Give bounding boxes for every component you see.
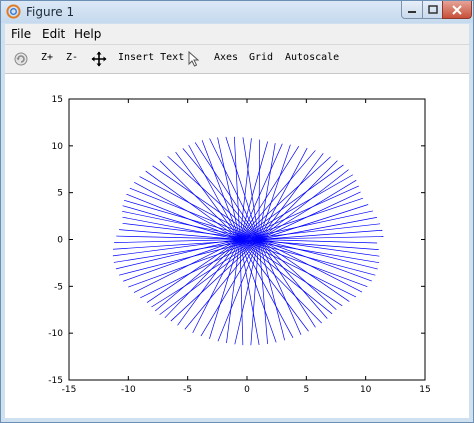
- x-tick-label: 10: [360, 385, 372, 395]
- radial-line: [151, 239, 260, 308]
- radial-line: [146, 239, 241, 303]
- x-tick-label: -10: [121, 385, 136, 395]
- x-tick-label: -15: [62, 385, 77, 395]
- menu-file[interactable]: File: [11, 27, 31, 41]
- y-tick-label: -15: [48, 376, 63, 386]
- radial-line: [123, 239, 240, 282]
- radial-line: [258, 147, 308, 240]
- plot-svg: -15 -10 -5 0 5 10 15 -15 -10 -5 0 5 10 15: [48, 95, 430, 395]
- zoom-out-button[interactable]: Z-: [66, 52, 78, 63]
- radial-line: [145, 170, 241, 240]
- radial-line: [258, 144, 291, 240]
- rotate-icon[interactable]: [13, 51, 29, 67]
- radial-line: [239, 150, 316, 240]
- radial-line: [258, 239, 378, 270]
- close-icon: [452, 4, 462, 15]
- select-cursor-icon[interactable]: [188, 51, 200, 67]
- radial-line: [164, 239, 241, 319]
- zoom-in-button[interactable]: Z+: [41, 52, 53, 63]
- autoscale-button[interactable]: Autoscale: [285, 52, 339, 63]
- close-button[interactable]: [442, 1, 472, 19]
- grid-button[interactable]: Grid: [249, 52, 273, 63]
- x-tick-label: 0: [244, 385, 250, 395]
- radial-line: [239, 239, 333, 315]
- figure-window: Figure 1 File Edit Help Z+ Z- Insert Tex…: [0, 0, 474, 423]
- radial-line: [258, 139, 261, 240]
- radial-lines-group: [112, 136, 384, 346]
- title-bar[interactable]: Figure 1: [1, 1, 473, 23]
- radial-line: [139, 176, 260, 240]
- maximize-icon: [427, 5, 438, 14]
- pan-icon[interactable]: [91, 51, 107, 67]
- y-tick-label: 0: [57, 236, 63, 246]
- insert-text-button[interactable]: Insert Text: [118, 52, 184, 63]
- octave-app-icon: [6, 4, 21, 19]
- x-tick-label: -5: [183, 385, 192, 395]
- y-tick-label: 10: [52, 142, 64, 152]
- plot-canvas[interactable]: -15 -10 -5 0 5 10 15 -15 -10 -5 0 5 10 15: [5, 74, 469, 418]
- radial-line: [115, 239, 240, 270]
- radial-line: [239, 239, 343, 307]
- radial-line: [242, 137, 260, 240]
- x-tick-label: 5: [303, 385, 309, 395]
- radial-line: [258, 160, 338, 240]
- menu-bar: File Edit Help: [5, 24, 469, 45]
- y-tick-label: 5: [57, 189, 63, 199]
- minimize-icon: [408, 10, 416, 13]
- maximize-button[interactable]: [422, 1, 443, 19]
- minimize-button[interactable]: [401, 1, 423, 19]
- y-tick-label: -5: [54, 282, 63, 292]
- axes-button[interactable]: Axes: [214, 52, 238, 63]
- window-title: Figure 1: [26, 5, 75, 19]
- menu-help[interactable]: Help: [74, 27, 101, 41]
- x-tick-label: 15: [419, 385, 430, 395]
- radial-line: [258, 153, 324, 240]
- y-tick-label: -10: [48, 329, 63, 339]
- y-tick-label: 15: [52, 95, 63, 105]
- menu-edit[interactable]: Edit: [42, 27, 65, 41]
- toolbar: Z+ Z- Insert Text Axes Grid Autoscale: [5, 45, 469, 74]
